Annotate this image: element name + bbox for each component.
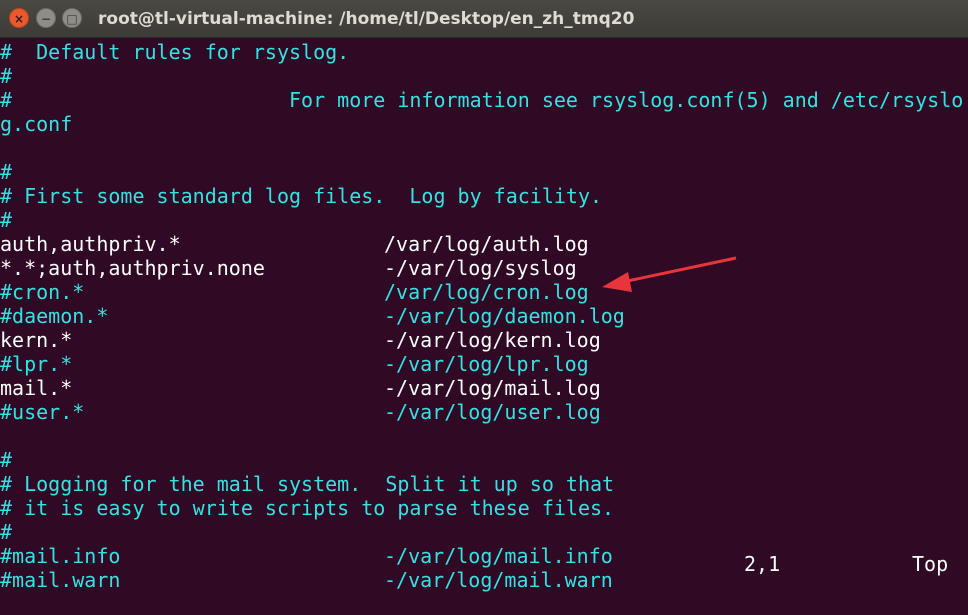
terminal-window: × − □ root@tl-virtual-machine: /home/tl/… <box>0 0 968 615</box>
annotation-arrow-icon <box>602 256 737 292</box>
